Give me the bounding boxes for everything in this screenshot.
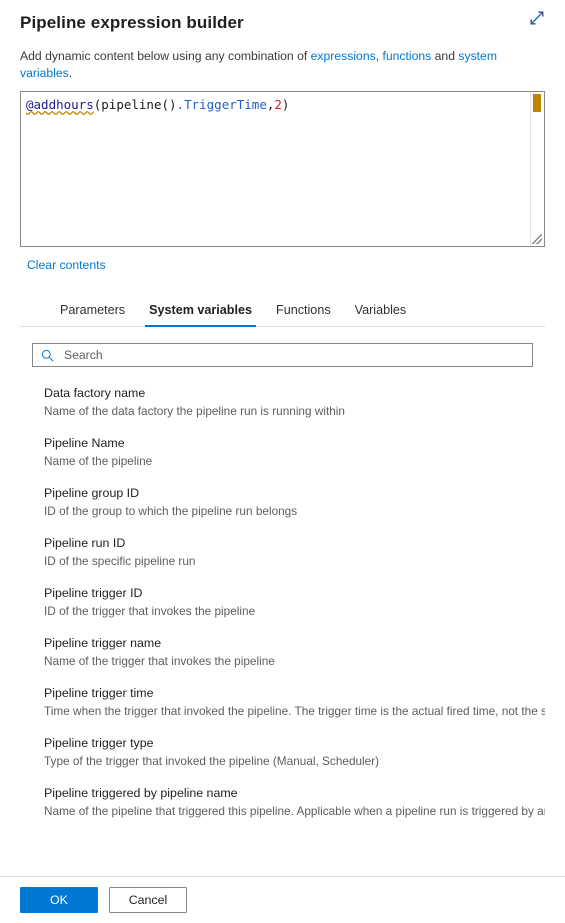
list-item[interactable]: Pipeline run ID ID of the specific pipel… — [44, 535, 545, 569]
variable-description: Type of the trigger that invoked the pip… — [44, 754, 380, 768]
dialog-footer: OK Cancel — [0, 876, 565, 923]
system-variables-list: Data factory name Name of the data facto… — [0, 385, 565, 836]
variable-name: Data factory name — [44, 386, 146, 400]
token-property: .TriggerTime — [176, 97, 267, 112]
token-close-paren: ) — [281, 97, 290, 112]
clear-contents-link[interactable]: Clear contents — [27, 258, 106, 272]
panel-subtitle: Add dynamic content below using any comb… — [20, 48, 545, 82]
link-functions[interactable]: functions — [382, 49, 431, 63]
subtitle-suffix: . — [68, 66, 73, 80]
token-number: 2 — [274, 97, 282, 112]
search-input[interactable] — [62, 347, 524, 363]
page-title: Pipeline expression builder — [20, 13, 244, 32]
variable-description: Name of the trigger that invokes the pip… — [44, 654, 275, 668]
list-item[interactable]: Pipeline group ID ID of the group to whi… — [44, 485, 545, 519]
variable-name: Pipeline group ID — [44, 486, 140, 500]
search-icon — [41, 349, 54, 362]
expand-diagonal-icon[interactable] — [523, 4, 551, 32]
variable-name: Pipeline Name — [44, 436, 125, 450]
expression-editor[interactable]: @addhours(pipeline().TriggerTime,2) — [20, 91, 545, 247]
cancel-button[interactable]: Cancel — [109, 887, 187, 913]
variable-description: Name of the pipeline — [44, 454, 153, 468]
tab-variables[interactable]: Variables — [343, 302, 419, 326]
link-expressions[interactable]: expressions — [311, 49, 376, 63]
list-item[interactable]: Data factory name Name of the data facto… — [44, 385, 545, 419]
search-box[interactable] — [32, 343, 533, 367]
list-item[interactable]: Pipeline trigger type Type of the trigge… — [44, 735, 545, 769]
subtitle-prefix: Add dynamic content below using any comb… — [20, 49, 311, 63]
tab-system-variables[interactable]: System variables — [137, 302, 264, 327]
variable-description: ID of the specific pipeline run — [44, 554, 196, 568]
expression-editor-content[interactable]: @addhours(pipeline().TriggerTime,2) — [21, 92, 530, 246]
token-identifier: pipeline — [101, 97, 162, 112]
variable-description: ID of the group to which the pipeline ru… — [44, 504, 298, 518]
variable-name: Pipeline triggered by pipeline name — [44, 786, 238, 800]
tab-functions[interactable]: Functions — [264, 302, 343, 326]
variable-name: Pipeline trigger time — [44, 686, 154, 700]
variable-name: Pipeline trigger type — [44, 736, 154, 750]
list-item[interactable]: Pipeline trigger time Time when the trig… — [44, 685, 545, 719]
variable-name: Pipeline trigger ID — [44, 586, 143, 600]
list-item[interactable]: Pipeline triggered by pipeline run ID Ru… — [44, 835, 545, 836]
token-call-parens: () — [161, 97, 177, 112]
variable-description: Name of the data factory the pipeline ru… — [44, 404, 345, 418]
tab-parameters[interactable]: Parameters — [48, 302, 137, 326]
variable-name: Pipeline run ID — [44, 536, 126, 550]
syntax-warning-marker[interactable] — [533, 94, 541, 112]
search-row — [32, 343, 533, 367]
variable-description: ID of the trigger that invokes the pipel… — [44, 604, 256, 618]
editor-overview-ruler[interactable] — [530, 92, 544, 246]
variable-description: Name of the pipeline that triggered this… — [44, 804, 545, 818]
token-function: @addhours — [26, 97, 94, 112]
variable-name: Pipeline triggered by pipeline run ID — [44, 835, 545, 836]
list-item[interactable]: Pipeline trigger name Name of the trigge… — [44, 635, 545, 669]
subtitle-sep-2: and — [431, 49, 459, 63]
list-item[interactable]: Pipeline Name Name of the pipeline — [44, 435, 545, 469]
panel-header: Pipeline expression builder Add dynamic … — [0, 0, 565, 82]
list-item[interactable]: Pipeline triggered by pipeline name Name… — [44, 785, 545, 819]
variable-description: Time when the trigger that invoked the p… — [44, 704, 545, 718]
ok-button[interactable]: OK — [20, 887, 98, 913]
variable-name: Pipeline trigger name — [44, 636, 162, 650]
list-item[interactable]: Pipeline trigger ID ID of the trigger th… — [44, 585, 545, 619]
resize-grip[interactable] — [532, 234, 542, 244]
tab-bar: Parameters System variables Functions Va… — [20, 296, 545, 327]
